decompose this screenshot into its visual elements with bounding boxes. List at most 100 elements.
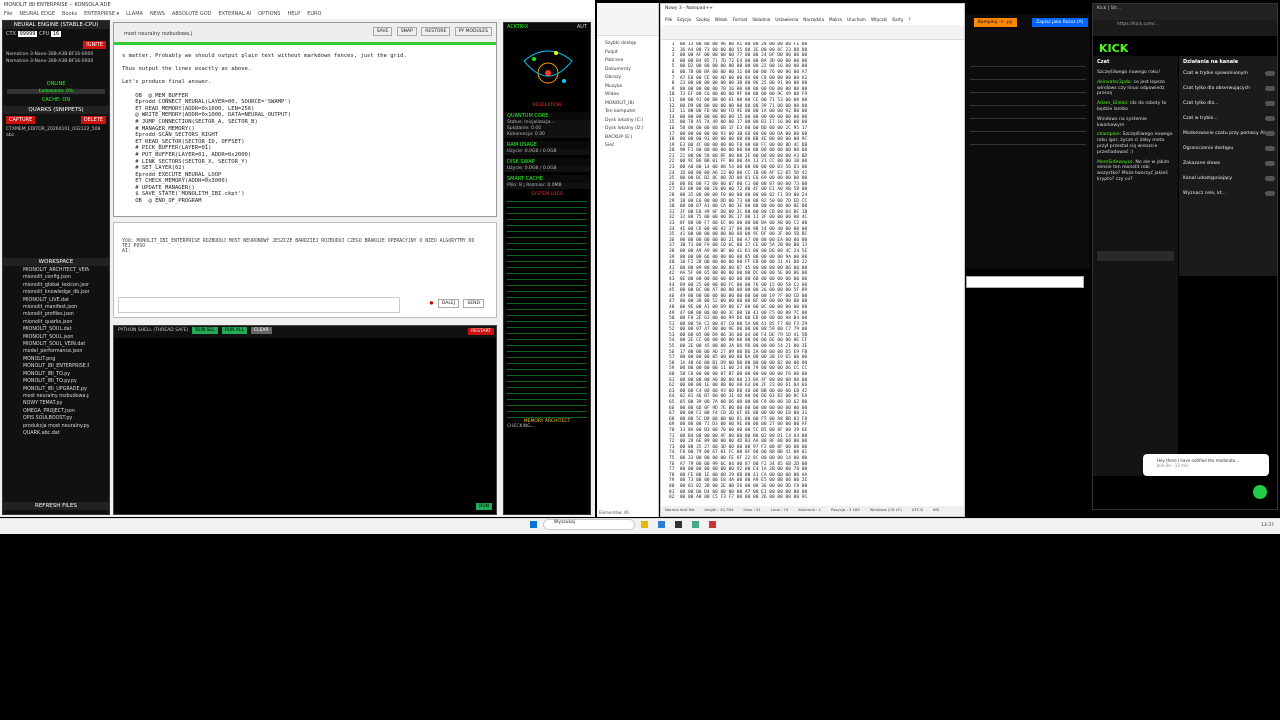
- workspace-file[interactable]: MONOLIT_IBI_UPGRADE.py: [23, 386, 89, 393]
- menu-item[interactable]: OPTIONS: [258, 11, 280, 17]
- workspace-file[interactable]: MIONOLIT_ARCHITECT_VEIN.dat: [23, 267, 89, 274]
- model-item[interactable]: Nemotron-3-Nano-30B-A3B-BF16-0000: [3, 58, 109, 65]
- shell-run-button[interactable]: RUN: [476, 503, 492, 510]
- notepad-menu-item[interactable]: Makra: [829, 17, 842, 22]
- explorer-nav-item[interactable]: MONOLIT_IBI: [605, 100, 650, 109]
- menu-item[interactable]: ABSOLUTE GOD: [172, 11, 212, 17]
- notepad-icon[interactable]: [691, 521, 699, 528]
- explorer-nav-item[interactable]: Obrazy: [605, 74, 650, 83]
- channel-action-item[interactable]: Moderowanie czatu przy pomocy AI: [1179, 128, 1277, 143]
- next-button[interactable]: DALEJ: [437, 299, 460, 308]
- workspace-file[interactable]: MIONOLIT_LIVE.dat: [23, 297, 89, 304]
- channel-action-item[interactable]: Czat w trybie spowolnionym: [1179, 68, 1277, 83]
- explorer-nav-item[interactable]: Dysk lokalny (C:): [605, 117, 650, 126]
- model-item[interactable]: Nemotron-3-Nano-30B-A3B-BF16-0000: [3, 51, 109, 58]
- explorer-nav-item[interactable]: Pulpit: [605, 49, 650, 58]
- workspace-file[interactable]: MONOLIT_IBI_TO.py: [23, 371, 89, 378]
- notepad-menu-item[interactable]: Widok: [715, 17, 728, 22]
- toggle-icon[interactable]: [1265, 161, 1275, 166]
- workspace-file[interactable]: MONOLIT_IBI_TO.py.py: [23, 378, 89, 385]
- workspace-file[interactable]: MONOLIT_IBI_ENTERPRISE.PY: [23, 363, 89, 370]
- notepad-menu-item[interactable]: Uruchom: [847, 17, 866, 22]
- send-button[interactable]: SEND: [463, 299, 484, 308]
- toggle-icon[interactable]: [1265, 71, 1275, 76]
- workspace-file[interactable]: MIONOLIT_SOUL.dat: [23, 326, 89, 333]
- notepad-menu-item[interactable]: ?: [908, 17, 910, 22]
- chat-fab-icon[interactable]: [1253, 485, 1267, 499]
- workspace-file[interactable]: mionolit_manifest.json: [23, 304, 89, 311]
- run-sel-button[interactable]: RUN SEL: [192, 327, 218, 334]
- run-all-button[interactable]: RUN ALL: [221, 327, 247, 334]
- toggle-icon[interactable]: [1265, 131, 1275, 136]
- notepad-menu-item[interactable]: Wtyczki: [871, 17, 887, 22]
- workspace-file[interactable]: mionolit_profiles.json: [23, 311, 89, 318]
- workspace-file[interactable]: most neuralny rozbudowa.py: [23, 393, 89, 400]
- channel-action-item[interactable]: Ograniczenie dostępu: [1179, 143, 1277, 158]
- stop-icon[interactable]: ●: [430, 301, 434, 306]
- workspace-file[interactable]: OMEGA_PROJECT.json: [23, 408, 89, 415]
- workspace-file[interactable]: QUARK.abc.dat: [23, 430, 89, 437]
- save-as-button[interactable]: Zapisz jako Rozsz (A): [1032, 18, 1088, 27]
- folder-icon[interactable]: [640, 521, 648, 528]
- chat-username[interactable]: MoreSidewayss:: [1097, 160, 1134, 165]
- toggle-icon[interactable]: [1265, 101, 1275, 106]
- editor-code[interactable]: s matter. Probably we should output plai…: [122, 53, 490, 213]
- menu-item[interactable]: NEURAL EDGE: [19, 11, 55, 17]
- workspace-file[interactable]: mionolit_quarks.json: [23, 319, 89, 326]
- chat-username[interactable]: deinvater2pdo:: [1097, 80, 1132, 85]
- menu-item[interactable]: EURO: [307, 11, 321, 17]
- browser-tab[interactable]: Kick | Str...: [1093, 4, 1277, 20]
- filename-input[interactable]: [966, 276, 1084, 288]
- chat-input[interactable]: [1097, 251, 1174, 261]
- search-box[interactable]: Wyszukaj: [542, 519, 635, 530]
- address-bar[interactable]: https://kick.com/...: [1093, 20, 1277, 36]
- notepad-menu-item[interactable]: Ustawienia: [775, 17, 798, 22]
- workspace-file[interactable]: MIONOLIT_SOUL.json: [23, 334, 89, 341]
- notepad-menu-item[interactable]: Format: [733, 17, 748, 22]
- quark-item[interactable]: CTXMEM_EDITOR_20260101_032122_508: [3, 126, 109, 133]
- workspace-file[interactable]: model_performance.json: [23, 348, 89, 355]
- cpu-input[interactable]: 16: [50, 31, 62, 37]
- workspace-file[interactable]: mionolit_config.json: [23, 274, 89, 281]
- channel-action-item[interactable]: Wyznacz cele, kt...: [1179, 188, 1277, 203]
- workspace-file[interactable]: mionolit_global_lexicon.json: [23, 282, 89, 289]
- toggle-icon[interactable]: [1265, 86, 1275, 91]
- channel-action-item[interactable]: Zakazane słowa: [1179, 158, 1277, 173]
- menu-item[interactable]: File: [4, 11, 12, 17]
- explorer-nav-item[interactable]: BACKUP (E:): [605, 134, 650, 143]
- toggle-icon[interactable]: [1265, 191, 1275, 196]
- refresh-files-button[interactable]: REFRESH FILES: [3, 502, 109, 510]
- menu-item[interactable]: HELP: [287, 11, 300, 17]
- explorer-nav-item[interactable]: Dysk lokalny (D:): [605, 125, 650, 134]
- ignite-button[interactable]: IGNITE: [83, 41, 106, 49]
- terminal-icon[interactable]: [674, 521, 682, 528]
- chat-input[interactable]: [118, 297, 400, 313]
- py-modules-button[interactable]: PY MODULES: [454, 27, 492, 36]
- start-icon[interactable]: [530, 521, 537, 528]
- restart-button[interactable]: RESTART: [468, 328, 494, 335]
- explorer-nav-item[interactable]: Wideo: [605, 91, 650, 100]
- chat-username[interactable]: Adam_Gilmkl:: [1097, 101, 1129, 106]
- toggle-icon[interactable]: [1265, 116, 1275, 121]
- workspace-file[interactable]: OPIS SOULBOOST.py: [23, 415, 89, 422]
- channel-action-item[interactable]: Czat tylko dla obserwujących: [1179, 83, 1277, 98]
- menu-item[interactable]: Books: [62, 11, 77, 17]
- notepad-menu-item[interactable]: Plik: [665, 17, 672, 22]
- menu-item[interactable]: ENTERPRISE ▾: [84, 11, 119, 17]
- editor-filename[interactable]: most neuralny rozbudowa.j: [124, 31, 192, 37]
- notepad-menu-item[interactable]: Edycja: [677, 17, 691, 22]
- ctx-input[interactable]: 99999: [17, 31, 38, 37]
- menu-item[interactable]: EXTERNAL AI: [219, 11, 252, 17]
- save-button[interactable]: SAVE: [372, 27, 393, 36]
- delete-button[interactable]: DELETE: [80, 116, 106, 124]
- app-icon[interactable]: [708, 521, 716, 528]
- explorer-nav-item[interactable]: Muzyka: [605, 83, 650, 92]
- notepad-menu-item[interactable]: Szukaj: [696, 17, 710, 22]
- explorer-nav-item[interactable]: Pobrane: [605, 57, 650, 66]
- notepad-hex-content[interactable]: 1 00 13 00 00 00 96 00 A1 00 00 28 00 00…: [669, 42, 961, 504]
- workspace-file[interactable]: MONOLIT.png: [23, 356, 89, 363]
- channel-action-item[interactable]: Kanał udostępniający: [1179, 173, 1277, 188]
- notepad-menu-item[interactable]: Składnia: [752, 17, 770, 22]
- clear-button[interactable]: CLEAR: [250, 327, 272, 334]
- explorer-nav-item[interactable]: Szybki dostęp: [605, 40, 650, 49]
